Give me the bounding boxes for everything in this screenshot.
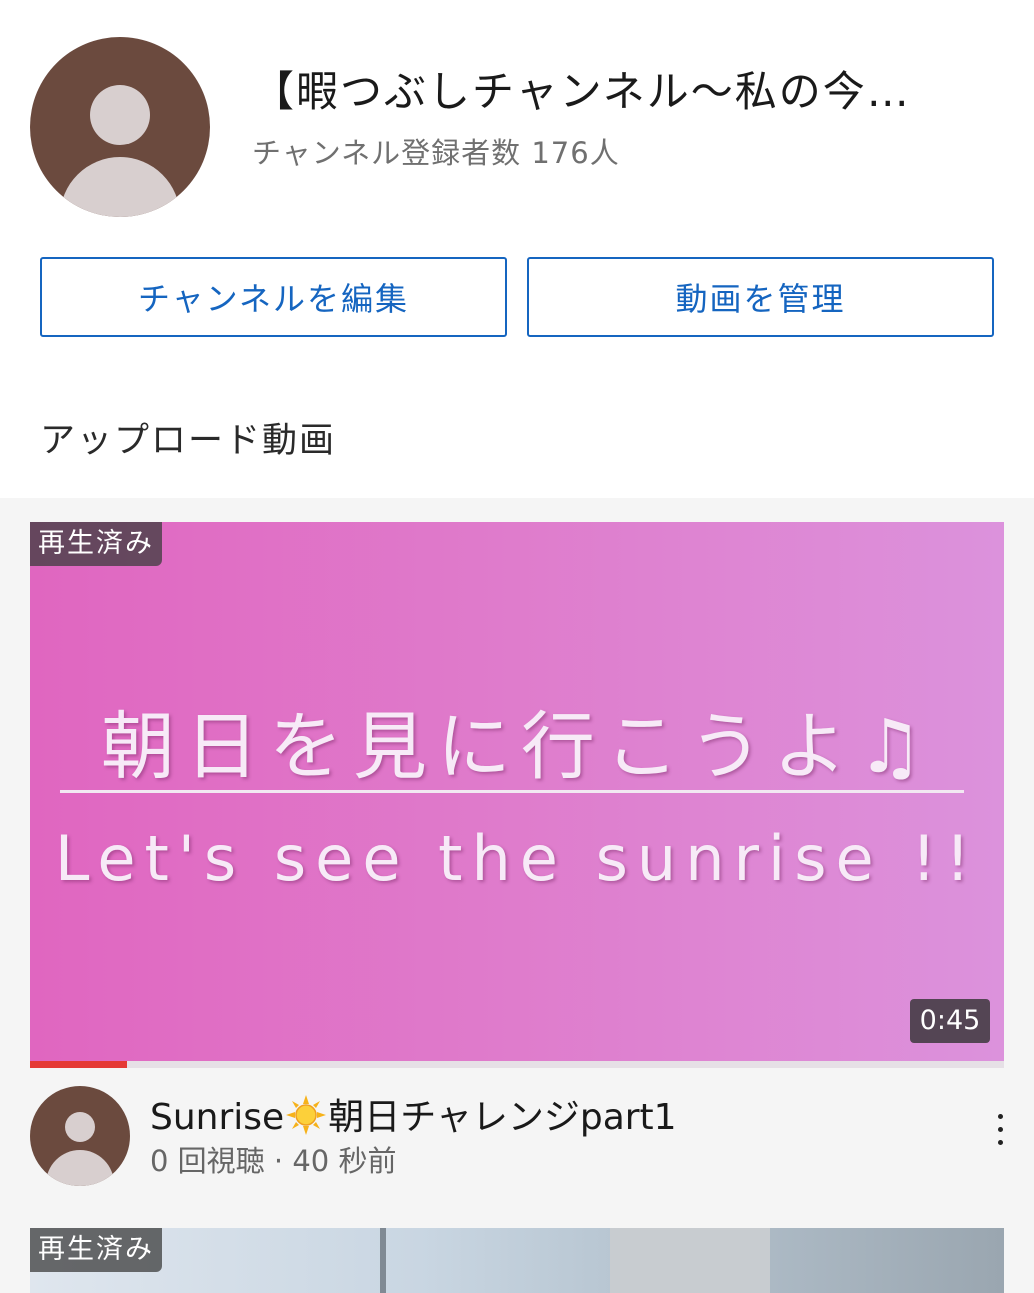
thumbnail-caption-jp: 朝日を見に行こうよ♫ — [100, 704, 934, 790]
watch-progress-bar — [30, 1061, 1004, 1068]
more-options-icon[interactable] — [990, 1110, 1010, 1150]
thumbnail-caption-en: Let's see the sunrise !! — [54, 822, 980, 895]
thumbnail-divider — [60, 790, 964, 793]
watched-badge-2: 再生済み — [30, 1228, 162, 1272]
video-thumbnail-2[interactable] — [30, 1228, 1004, 1293]
thumbnail-building-shape — [610, 1228, 770, 1293]
video-thumbnail[interactable]: 朝日を見に行こうよ♫ Let's see the sunrise !! — [30, 522, 1004, 1062]
channel-header: 【暇つぶしチャンネル〜私の今… チャンネル登録者数 176人 — [0, 0, 1034, 230]
channel-title: 【暇つぶしチャンネル〜私の今… — [252, 67, 911, 116]
channel-avatar[interactable] — [30, 37, 210, 217]
video-meta: 0 回視聴 · 40 秒前 — [150, 1144, 397, 1178]
video-title-part1: Sunrise — [150, 1097, 285, 1138]
video-channel-avatar[interactable] — [30, 1086, 130, 1186]
video-title-part2: 朝日チャレンジpart1 — [328, 1097, 677, 1138]
avatar-head-shape — [65, 1112, 95, 1142]
video-title[interactable]: Sunrise 朝日チャレンジpart1 — [150, 1088, 677, 1144]
sun-icon — [286, 1094, 327, 1144]
duration-badge: 0:45 — [910, 999, 990, 1043]
watch-progress-fill — [30, 1061, 128, 1068]
subscriber-count: チャンネル登録者数 176人 — [252, 136, 620, 170]
uploads-section-title: アップロード動画 — [40, 421, 337, 461]
edit-channel-button[interactable]: チャンネルを編集 — [40, 257, 507, 337]
avatar-head-shape — [90, 85, 150, 145]
avatar-body-shape — [60, 157, 180, 217]
avatar-body-shape — [46, 1150, 114, 1186]
thumbnail-pole-shape — [380, 1228, 386, 1293]
watched-badge: 再生済み — [30, 522, 162, 566]
manage-videos-button[interactable]: 動画を管理 — [527, 257, 994, 337]
